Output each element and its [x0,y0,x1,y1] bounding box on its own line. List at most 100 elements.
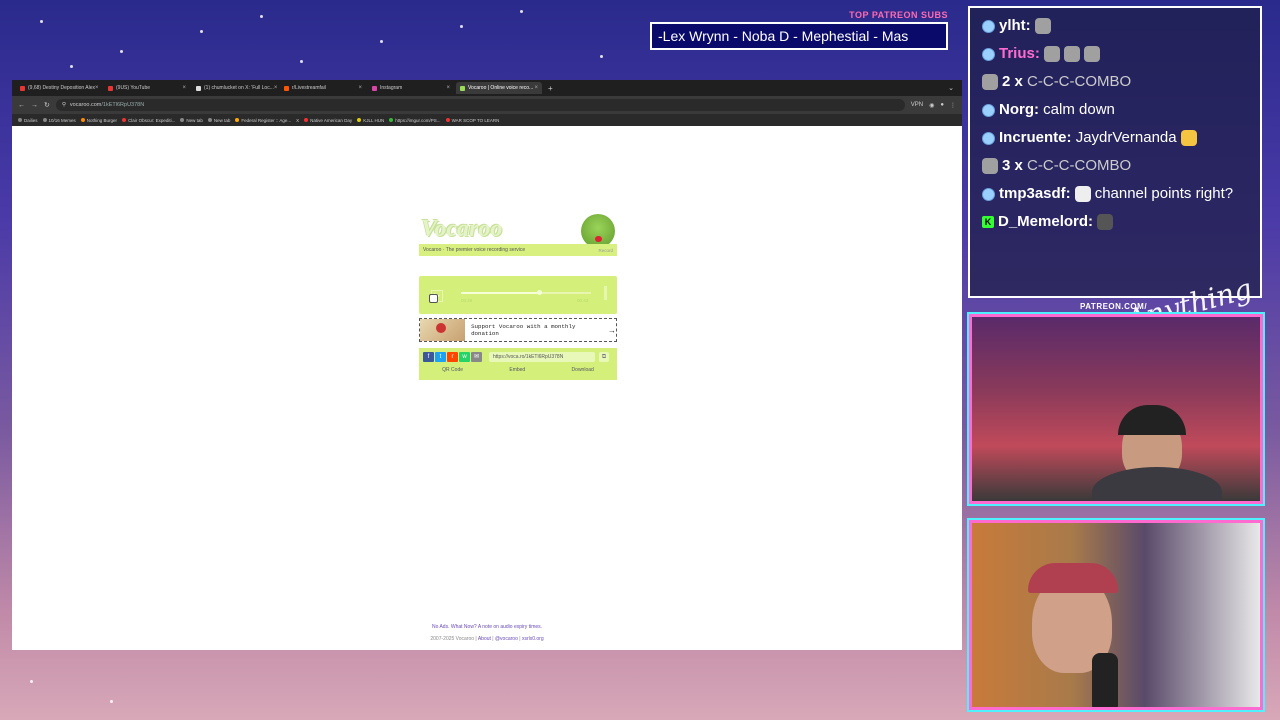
tagline-bar: Vocaroo · The premier voice recording se… [419,244,617,256]
forward-icon[interactable]: → [31,102,38,109]
bookmark-favicon-icon [207,118,212,122]
bookmark-favicon-icon [122,118,127,122]
bookmark-favicon-icon [445,118,450,122]
about-link[interactable]: About [478,636,491,642]
twitter-link[interactable]: @vocaroo [495,636,518,642]
bookmark-label: 10/16 Memes [48,117,76,123]
tab-label: Instagram [380,85,403,91]
xsrlx-link[interactable]: xsrlx0.org [522,636,544,642]
new-tab-button[interactable]: + [544,84,557,93]
tab-favicon-icon [108,85,113,91]
bookmark[interactable]: New tab [207,117,231,123]
tab[interactable]: (1) chumlucket on X: 'Full Loc... × [192,82,278,94]
seek-bar[interactable] [461,290,591,295]
combo-text: C-C-C-COMBO [1027,73,1132,90]
close-tab-icon[interactable]: × [95,85,99,91]
bookmark-label: KJLL HUN [363,117,385,123]
chat-message: ylht: [982,16,1248,36]
close-tab-icon[interactable]: × [446,85,450,91]
chat-username: Incruente: [999,129,1072,146]
whatsapp-icon[interactable]: w [459,352,470,362]
address-path: /1kETl6RpU378N [101,102,145,108]
tab[interactable]: (9,68) Destiny Deposition Alex × [16,82,102,94]
bookmark[interactable]: New tab [180,118,203,123]
back-icon[interactable]: ← [18,102,25,109]
close-tab-icon[interactable]: × [534,85,538,91]
bookmark[interactable]: Federal Register :: Age... [235,118,291,123]
facebook-icon[interactable]: f [423,352,434,362]
reddit-icon[interactable]: r [447,352,458,362]
bookmark[interactable]: Clair Obscur: Expediti... [122,118,175,123]
tab[interactable]: r/Livestreamfail × [280,82,366,94]
address-bar-row: ← → ↻ ⚲ vocaroo.com/1kETl6RpU378N VPN ◉ … [12,96,962,114]
kick-badge-icon: K [982,216,994,228]
tab-active[interactable]: Vocaroo | Online voice reco... × [456,82,542,94]
menu-icon[interactable]: ⋮ [950,102,956,109]
bookmark-favicon-icon [304,118,309,122]
top-patreon-subs-label: TOP PATREON SUBS [849,10,948,20]
extensions-icon[interactable]: ◉ [929,102,934,109]
close-tab-icon[interactable]: × [274,85,278,91]
record-button[interactable]: Record [598,248,613,253]
copy-icon[interactable]: ⧉ [599,352,609,362]
sub-badge-icon [982,19,995,33]
tab-bar: (9,68) Destiny Deposition Alex × (9US) Yo… [12,80,962,96]
seek-progress [461,292,539,294]
seek-handle[interactable] [537,290,542,295]
bookmark-label: Native American Day [310,117,353,123]
bookmark-label: New tab [213,117,231,123]
bookmark[interactable]: KJLL HUN [357,118,384,123]
sub-badge-icon [982,187,995,201]
bookmark[interactable]: WAR SCOP TO LEARN [445,118,499,123]
chat-text: calm down [1043,101,1115,118]
dancing-emote-icon [1043,46,1060,62]
bookmark-favicon-icon [180,118,185,122]
twitter-icon[interactable]: t [435,352,446,362]
bookmark[interactable]: Dailies [18,118,38,123]
bookmark-label: X [296,117,300,123]
site-info-icon[interactable]: ⚲ [62,102,66,108]
bookmark[interactable]: https://imgur.com/PS... [389,118,441,123]
vocaroo-header: Vocaroo Vocaroo · The premier voice reco… [419,214,617,258]
microphone-icon [1092,653,1118,707]
combo-text: C-C-C-COMBO [1027,157,1132,174]
footer-note[interactable]: No Ads. What Now? A note on audio expiry… [12,624,962,630]
ok-hand-emote-icon [1074,186,1091,202]
copyright: 2007-2025 Vocaroo | [430,636,478,642]
tab[interactable]: (9US) YouTube × [104,82,190,94]
download-button[interactable]: Download [572,367,594,373]
address-input[interactable]: ⚲ vocaroo.com/1kETl6RpU378N [55,99,905,111]
vocaroo-logo[interactable]: Vocaroo [421,216,502,243]
bookmark[interactable]: Native American Day [304,118,352,123]
browser-window: (9,68) Destiny Deposition Alex × (9US) Yo… [12,80,962,650]
chat-message: Incruente: JaydrVernanda [982,128,1248,148]
dancing-emote-icon [982,158,998,174]
bookmark-label: New tab [186,117,203,123]
chat-text: channel points right? [1094,185,1234,202]
sub-badge-icon [982,131,995,145]
sub-badge-icon [982,47,995,61]
tab-search-icon[interactable]: ⌄ [948,84,962,92]
bookmark[interactable]: Nothing Burger [80,118,117,123]
profile-icon[interactable]: ● [940,102,944,108]
donate-banner[interactable]: Support Vocaroo with a monthly donation … [419,318,617,342]
bookmark[interactable]: 10/16 Memes [42,117,76,123]
email-icon[interactable]: ✉ [471,352,482,362]
chat-text: JaydrVernanda [1075,129,1177,146]
dancing-emote-icon [1083,46,1100,62]
chat-combo: 3 x C-C-C-COMBO [982,156,1248,176]
close-tab-icon[interactable]: × [358,85,362,91]
volume-slider[interactable] [604,286,607,300]
embed-button[interactable]: Embed [509,367,525,373]
chat-message: Norg: calm down [982,100,1248,120]
reload-icon[interactable]: ↻ [44,101,50,109]
tab[interactable]: Instagram × [368,82,454,94]
bookmark[interactable]: X [296,118,299,123]
chat-message: K D_Memelord: [982,212,1248,232]
qr-code-button[interactable]: QR Code [442,367,463,373]
vpn-badge[interactable]: VPN [911,102,923,108]
bookmark-favicon-icon [357,118,362,122]
close-tab-icon[interactable]: × [182,85,186,91]
time-total: 00:43 [577,298,589,303]
share-url-field[interactable]: https://voca.ro/1kETl6RpU378N [489,352,595,362]
